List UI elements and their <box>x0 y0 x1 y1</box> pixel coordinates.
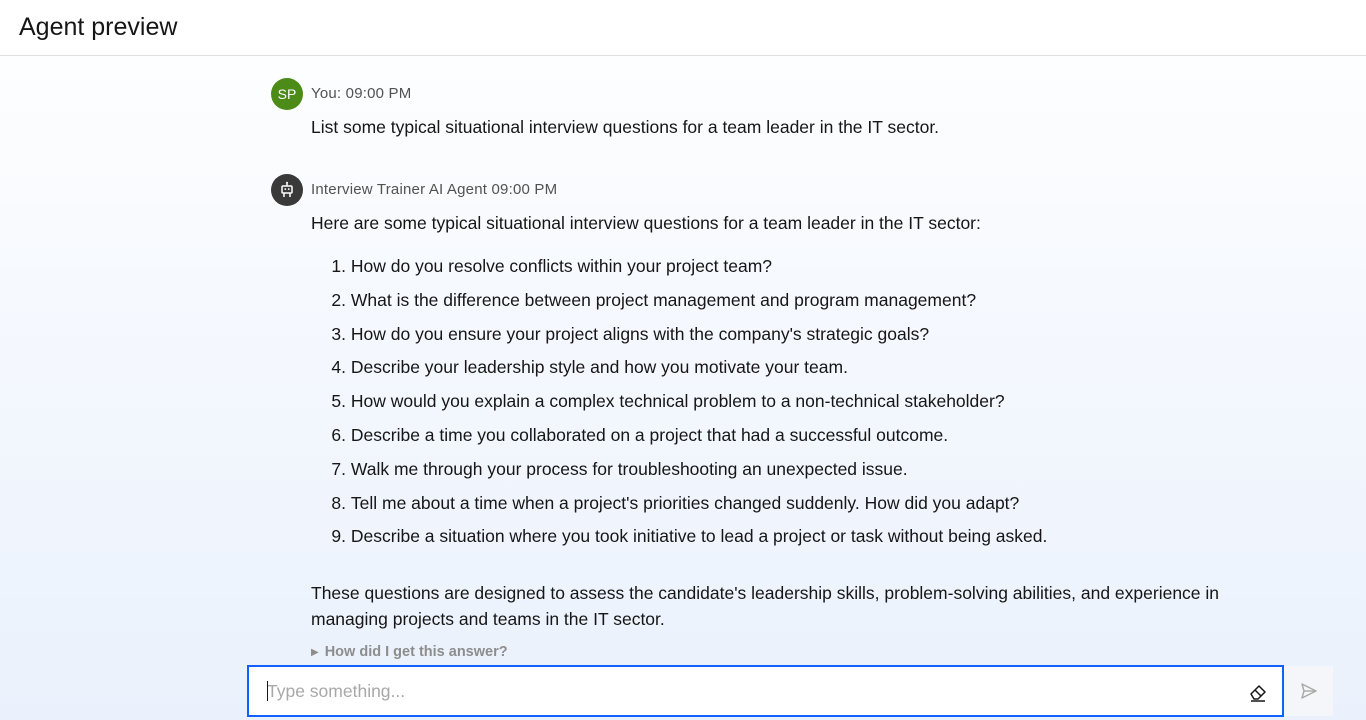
question-number: 1. <box>331 256 346 276</box>
agent-message-meta: Interview Trainer AI Agent 09:00 PM <box>311 181 558 198</box>
send-button[interactable] <box>1284 666 1333 716</box>
question-item: 5. How would you explain a complex techn… <box>311 390 1047 424</box>
question-number: 5. <box>331 391 346 412</box>
message-input[interactable] <box>267 667 1227 715</box>
question-item: 2. What is the difference between projec… <box>311 289 1047 323</box>
chat-transcript[interactable]: SP You: 09:00 PM List some typical situa… <box>0 57 1366 665</box>
question-item: 3. How do you ensure your project aligns… <box>311 323 1047 357</box>
question-item: 9. Describe a situation where you took i… <box>311 525 1047 559</box>
text-cursor <box>267 681 268 701</box>
question-text: Describe a situation where you took init… <box>350 526 1048 547</box>
question-text: How would you explain a complex technica… <box>350 391 1005 412</box>
robot-icon <box>281 181 293 197</box>
user-avatar: SP <box>271 78 303 110</box>
user-message: List some typical situational interview … <box>311 117 940 137</box>
question-text: Describe a time you collaborated on a pr… <box>350 424 949 445</box>
user-message-meta: You: 09:00 PM <box>311 85 412 102</box>
question-number: 8. <box>331 492 346 513</box>
question-item: 8. Tell me about a time when a project's… <box>311 492 1047 526</box>
explain-toggle-label: How did I get this answer? <box>324 644 508 660</box>
question-text: Tell me about a time when a project's pr… <box>350 492 1020 513</box>
page-title: Agent preview <box>19 13 178 41</box>
question-number: 3. <box>331 323 346 344</box>
send-icon <box>1300 683 1317 699</box>
question-list: 1. How do you resolve conflicts within y… <box>311 255 1047 559</box>
agent-avatar <box>271 174 303 206</box>
question-number: 6. <box>331 424 346 445</box>
question-text: Describe your leadership style and how y… <box>350 357 848 378</box>
caret-right-icon: ▶ <box>311 646 319 658</box>
agent-message-summary: These questions are designed to assess t… <box>311 583 1220 629</box>
app-header: Agent preview <box>0 0 1366 56</box>
question-text: Walk me through your process for trouble… <box>350 458 908 479</box>
question-item: 1. How do you resolve conflicts within y… <box>311 255 1047 289</box>
question-number: 2. <box>331 289 346 310</box>
explain-toggle[interactable]: ▶ How did I get this answer? <box>311 644 508 660</box>
question-item: 4. Describe your leadership style and ho… <box>311 356 1047 390</box>
question-number: 4. <box>331 357 346 378</box>
question-number: 7. <box>331 458 346 479</box>
question-item: 7. Walk me through your process for trou… <box>311 458 1047 492</box>
agent-message-intro: Here are some typical situational interv… <box>311 213 981 233</box>
question-number: 9. <box>331 526 346 547</box>
question-text: What is the difference between project m… <box>350 289 977 310</box>
question-item: 6. Describe a time you collaborated on a… <box>311 424 1047 458</box>
question-text: How do you resolve conflicts within your… <box>350 256 773 276</box>
message-composer <box>247 665 1284 717</box>
eraser-icon[interactable] <box>1247 681 1269 703</box>
question-text: How do you ensure your project aligns wi… <box>350 323 930 344</box>
